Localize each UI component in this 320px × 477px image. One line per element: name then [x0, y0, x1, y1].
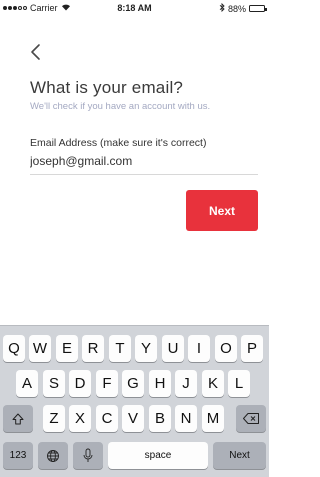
key-q[interactable]: Q — [3, 335, 25, 362]
shift-icon — [12, 413, 24, 424]
page-subtitle: We'll check if you have an account with … — [30, 101, 211, 112]
battery-icon — [249, 5, 267, 12]
keyboard: Q W E R T Y U I O P A S D F G H J K L Z … — [0, 325, 269, 477]
globe-icon — [47, 449, 59, 462]
dictation-key[interactable] — [73, 442, 103, 469]
next-button[interactable]: Next — [186, 190, 258, 231]
key-w[interactable]: W — [29, 335, 51, 362]
key-k[interactable]: K — [202, 370, 224, 397]
key-n[interactable]: N — [175, 405, 197, 432]
key-h[interactable]: H — [149, 370, 171, 397]
key-f[interactable]: F — [96, 370, 118, 397]
key-c[interactable]: C — [96, 405, 118, 432]
key-p[interactable]: P — [241, 335, 263, 362]
delete-key[interactable] — [236, 405, 266, 432]
email-field-label: Email Address (make sure it's correct) — [30, 137, 207, 149]
key-r[interactable]: R — [82, 335, 104, 362]
return-key[interactable]: Next — [213, 442, 266, 469]
key-v[interactable]: V — [122, 405, 144, 432]
key-e[interactable]: E — [56, 335, 78, 362]
key-j[interactable]: J — [175, 370, 197, 397]
numbers-key[interactable]: 123 — [3, 442, 33, 469]
key-l[interactable]: L — [228, 370, 250, 397]
key-b[interactable]: B — [149, 405, 171, 432]
shift-key[interactable] — [3, 405, 33, 432]
key-u[interactable]: U — [162, 335, 184, 362]
key-y[interactable]: Y — [135, 335, 157, 362]
email-field-underline — [30, 174, 258, 175]
space-key[interactable]: space — [108, 442, 208, 469]
page-title: What is your email? — [30, 78, 184, 97]
key-x[interactable]: X — [69, 405, 91, 432]
battery-percent: 88% — [227, 3, 246, 14]
key-g[interactable]: G — [122, 370, 144, 397]
globe-key[interactable] — [38, 442, 68, 469]
key-m[interactable]: M — [202, 405, 224, 432]
back-chevron-icon[interactable] — [28, 42, 42, 62]
microphone-icon — [83, 448, 93, 462]
key-z[interactable]: Z — [43, 405, 65, 432]
key-o[interactable]: O — [215, 335, 237, 362]
battery-group: 88% — [219, 2, 267, 14]
status-bar: Carrier 8:18 AM 88% — [0, 0, 269, 16]
delete-icon — [243, 413, 259, 424]
key-a[interactable]: A — [16, 370, 38, 397]
key-d[interactable]: D — [69, 370, 91, 397]
key-t[interactable]: T — [109, 335, 131, 362]
key-s[interactable]: S — [43, 370, 65, 397]
bluetooth-icon — [219, 2, 225, 14]
key-i[interactable]: I — [188, 335, 210, 362]
email-field[interactable] — [30, 154, 256, 168]
